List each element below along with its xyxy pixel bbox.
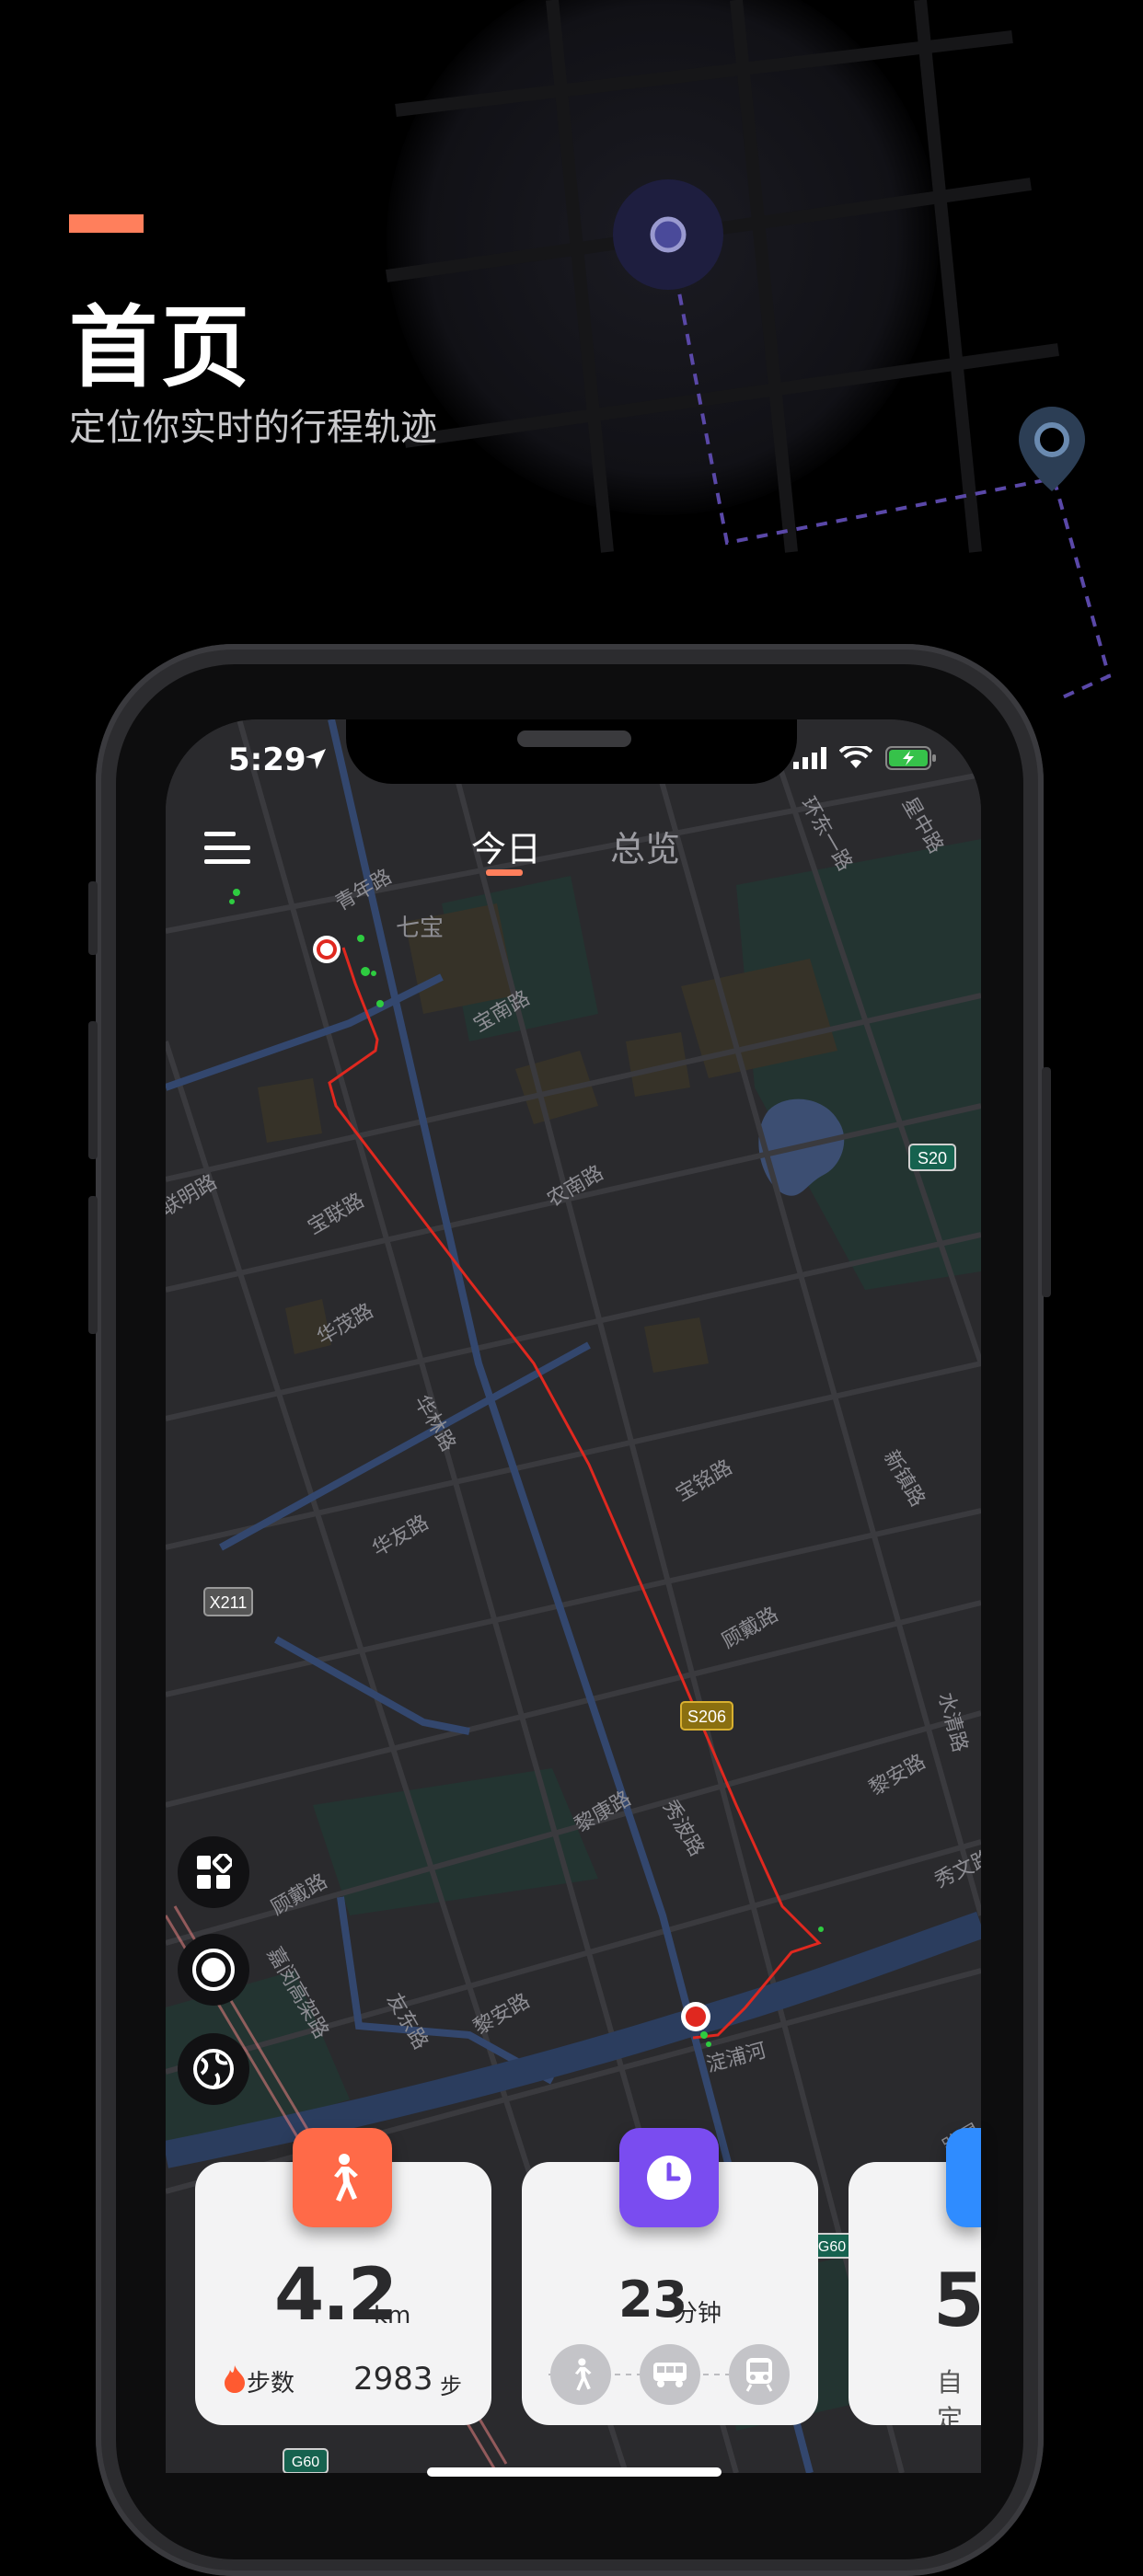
bus-icon: [653, 2363, 687, 2387]
subway-mode-button[interactable]: [729, 2344, 790, 2405]
power-button: [1042, 1067, 1051, 1297]
location-arrow-icon: [306, 749, 326, 769]
custom-card-value: 5(: [933, 2258, 981, 2343]
record-icon: [192, 1949, 235, 1991]
tab-overview[interactable]: 总览: [610, 821, 680, 871]
mute-switch: [88, 881, 98, 955]
svg-text:G60: G60: [292, 2455, 319, 2470]
tab-today[interactable]: 今日: [471, 821, 541, 871]
accent-bar: [69, 214, 144, 233]
record-button[interactable]: [178, 1934, 249, 2006]
walk-mode-icon: [574, 2358, 592, 2391]
status-icons: [793, 745, 937, 771]
clock-icon-badge: [619, 2128, 719, 2227]
volume-up-button: [88, 1021, 98, 1159]
grid-icon: [197, 1854, 232, 1889]
svg-text:G60: G60: [818, 2239, 846, 2255]
flame-icon: [225, 2365, 245, 2393]
bus-mode-button[interactable]: [640, 2344, 700, 2405]
shield-s20: S20: [908, 1144, 956, 1171]
page-title: 首页: [69, 296, 253, 399]
page-subtitle: 定位你实时的行程轨迹: [69, 407, 437, 449]
menu-icon[interactable]: [204, 830, 250, 867]
steps-label: 步数: [247, 2370, 295, 2398]
walk-mode-button[interactable]: [550, 2344, 611, 2405]
home-indicator: [427, 2467, 722, 2477]
status-time: 5:29: [228, 742, 306, 778]
svg-text:S206: S206: [687, 1708, 726, 1726]
notch: [346, 719, 797, 784]
shield-s206: S206: [680, 1701, 733, 1731]
walk-icon: [334, 2154, 358, 2202]
map-pin-icon: [1019, 407, 1085, 491]
globe-icon: [193, 2049, 234, 2089]
grid-button[interactable]: [178, 1836, 249, 1908]
svg-text:X211: X211: [210, 1593, 248, 1612]
steps-unit: 步: [440, 2374, 462, 2399]
place-label: 七宝: [396, 914, 444, 942]
steps-value: 2983: [353, 2361, 433, 2398]
speaker: [517, 730, 631, 747]
custom-card-content: 5( 自定: [849, 2162, 981, 2425]
shield-g60-b: G60: [283, 2448, 329, 2473]
volume-down-button: [88, 1196, 98, 1334]
clock-icon: [647, 2156, 691, 2200]
globe-button[interactable]: [178, 2033, 249, 2105]
battery-icon: [885, 746, 936, 770]
walk-icon-badge: [293, 2128, 392, 2227]
custom-card-label: 自定: [937, 2367, 964, 2425]
wifi-icon: [839, 746, 872, 768]
duration-unit: 分钟: [674, 2300, 722, 2328]
shield-x211: X211: [203, 1587, 253, 1616]
subway-icon: [745, 2358, 773, 2392]
svg-text:S20: S20: [918, 1149, 947, 1167]
signal-icon: [793, 747, 826, 769]
distance-unit: km: [374, 2302, 411, 2329]
tab-underline: [486, 869, 523, 876]
